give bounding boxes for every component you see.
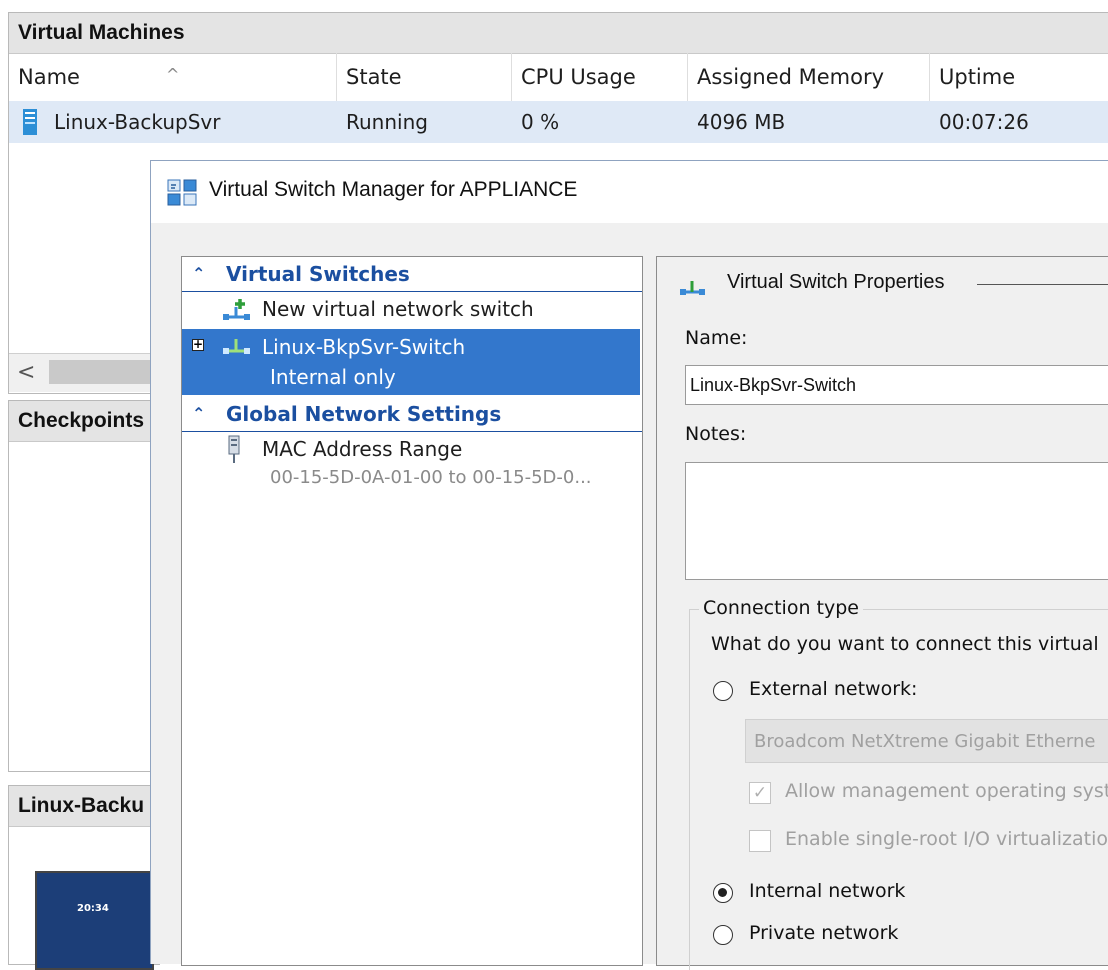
- sort-ascending-icon: ^: [166, 65, 180, 84]
- allow-management-label: Allow management operating syst: [785, 780, 1108, 802]
- dialog-title: Virtual Switch Manager for APPLIANCE: [209, 178, 578, 201]
- new-virtual-switch-item[interactable]: New virtual network switch: [182, 293, 640, 327]
- new-switch-label: New virtual network switch: [262, 297, 534, 321]
- section-divider: [977, 284, 1108, 285]
- collapse-chevron-icon: ⌃: [192, 404, 206, 423]
- connection-question: What do you want to connect this virtual: [711, 633, 1099, 655]
- allow-management-option[interactable]: ✓ Allow management operating syst: [749, 779, 1108, 809]
- mac-range-label: MAC Address Range: [262, 437, 463, 461]
- column-header-uptime[interactable]: Uptime: [930, 53, 1108, 101]
- switch-name-input[interactable]: [685, 365, 1108, 405]
- switch-tree-pane: ⌃ Virtual Switches New virtual network s…: [181, 256, 643, 966]
- scroll-left-arrow-icon[interactable]: <: [17, 360, 35, 385]
- private-network-label: Private network: [749, 922, 899, 944]
- switch-type-label: Internal only: [270, 365, 396, 389]
- collapse-chevron-icon: ⌃: [192, 264, 206, 283]
- sriov-label: Enable single-root I/O virtualizatio: [785, 828, 1108, 850]
- column-header-state[interactable]: State: [337, 53, 512, 101]
- internal-network-option[interactable]: Internal network: [713, 879, 1108, 909]
- vm-row[interactable]: Linux-BackupSvr Running 0 % 4096 MB 00:0…: [9, 101, 1108, 143]
- horizontal-scrollbar[interactable]: <: [9, 353, 169, 392]
- network-adapter-select[interactable]: Broadcom NetXtreme Gigabit Etherne: [745, 719, 1108, 763]
- thumbnail-clock: 20:34: [77, 903, 109, 914]
- vm-detail-header: Linux-Backu: [9, 786, 159, 827]
- mac-range-value: 00-15-5D-0A-01-00 to 00-15-5D-0...: [270, 467, 592, 488]
- private-network-radio[interactable]: [713, 925, 733, 945]
- virtual-switch-manager-dialog: Virtual Switch Manager for APPLIANCE ⌃ V…: [150, 160, 1108, 970]
- external-network-option[interactable]: External network:: [713, 677, 1108, 707]
- internal-network-label: Internal network: [749, 880, 906, 902]
- vm-cpu: 0 %: [521, 110, 560, 134]
- virtual-switch-icon: [223, 339, 250, 354]
- new-switch-icon: [223, 299, 250, 320]
- vm-state: Running: [346, 110, 428, 134]
- switch-properties-pane: Virtual Switch Properties Name: Notes: C…: [656, 256, 1108, 970]
- sriov-option[interactable]: Enable single-root I/O virtualizatio: [749, 827, 1108, 857]
- allow-management-checkbox[interactable]: ✓: [749, 782, 771, 804]
- dialog-title-bar[interactable]: Virtual Switch Manager for APPLIANCE: [151, 161, 1108, 223]
- internal-network-radio[interactable]: [713, 883, 733, 903]
- vm-icon: [23, 109, 37, 135]
- global-network-settings-label: Global Network Settings: [226, 402, 502, 426]
- vm-column-headers: Name ^ State CPU Usage Assigned Memory U…: [9, 53, 1108, 101]
- notes-field-label: Notes:: [685, 423, 747, 445]
- switch-name-label: Linux-BkpSvr-Switch: [262, 335, 466, 359]
- properties-section-title: Virtual Switch Properties: [727, 271, 945, 293]
- virtual-switches-label: Virtual Switches: [226, 262, 410, 286]
- checkpoints-header: Checkpoints: [9, 401, 159, 442]
- global-network-settings-section[interactable]: ⌃ Global Network Settings: [182, 397, 642, 432]
- expand-plus-icon[interactable]: +: [192, 338, 204, 351]
- vm-console-thumbnail[interactable]: 20:34: [35, 871, 154, 970]
- vm-uptime: 00:07:26: [939, 110, 1029, 134]
- column-header-cpu[interactable]: CPU Usage: [512, 53, 688, 101]
- vm-memory: 4096 MB: [697, 110, 786, 134]
- column-header-name[interactable]: Name ^: [9, 53, 337, 101]
- external-network-radio[interactable]: [713, 681, 733, 701]
- virtual-switch-manager-icon: [167, 179, 197, 206]
- sriov-checkbox[interactable]: [749, 830, 771, 852]
- vm-detail-panel: Linux-Backu 20:34: [8, 785, 160, 970]
- virtual-machines-header: Virtual Machines: [9, 13, 1108, 54]
- column-header-name-label: Name: [18, 65, 80, 89]
- notes-textarea[interactable]: [685, 462, 1108, 580]
- switch-item-linux-bkpsvr[interactable]: + Linux-BkpSvr-Switch Internal only: [182, 329, 640, 395]
- column-header-memory[interactable]: Assigned Memory: [688, 53, 930, 101]
- connection-type-label: Connection type: [699, 597, 863, 619]
- virtual-switches-section[interactable]: ⌃ Virtual Switches: [182, 257, 642, 292]
- vm-name: Linux-BackupSvr: [54, 110, 221, 134]
- checkpoints-panel: Checkpoints: [8, 400, 160, 772]
- virtual-switch-icon: [680, 281, 705, 295]
- private-network-option[interactable]: Private network: [713, 921, 1108, 951]
- external-network-label: External network:: [749, 678, 918, 700]
- name-field-label: Name:: [685, 327, 748, 349]
- mac-address-range-item[interactable]: MAC Address Range 00-15-5D-0A-01-00 to 0…: [182, 433, 640, 497]
- network-adapter-icon: [228, 435, 240, 463]
